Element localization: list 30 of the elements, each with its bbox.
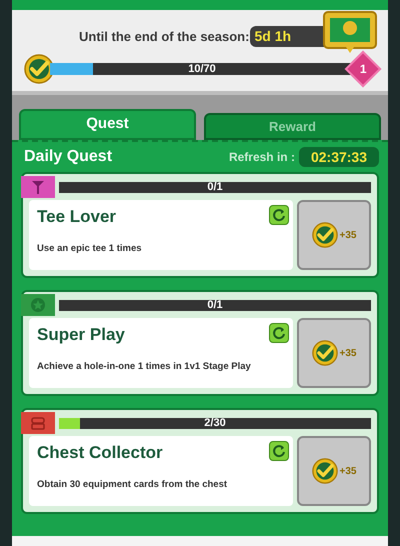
quest-description: Use an epic tee 1 times — [37, 242, 143, 256]
claim-button[interactable]: +35 — [297, 436, 371, 506]
claim-button[interactable]: +35 — [297, 318, 371, 388]
quest-progress-text: 2/30 — [203, 418, 227, 428]
quest-title: Tee Lover — [37, 206, 116, 228]
claim-button[interactable]: +35 — [297, 200, 371, 270]
quest-title: Super Play — [37, 324, 125, 346]
quest-progress-text: 0/1 — [206, 300, 224, 310]
refresh-button[interactable] — [269, 441, 289, 461]
refresh-button[interactable] — [269, 323, 289, 343]
refresh-label: Refresh in : — [228, 149, 295, 166]
check-coin-icon — [312, 458, 338, 484]
refresh-icon — [272, 208, 286, 222]
tab[interactable]: Quest — [19, 109, 196, 140]
check-coin-icon — [312, 222, 338, 248]
refresh-timer: 02:37:33 — [298, 147, 379, 167]
season-progress-text: 10/70 — [187, 63, 217, 75]
quest-progress-text: 0/1 — [206, 182, 224, 192]
quest-description: Achieve a hole-in-one 1 times in 1v1 Stage Play — [37, 360, 252, 374]
refresh-icon — [272, 444, 286, 458]
quest-title: Chest Collector — [37, 442, 163, 464]
section-title: Daily Quest — [24, 147, 112, 167]
refresh-icon — [272, 326, 286, 340]
check-coin-icon — [312, 340, 338, 366]
tier-badge: 1 — [344, 50, 382, 88]
quest-description: Obtain 30 equipment cards from the chest — [37, 478, 228, 492]
refresh-button[interactable] — [269, 205, 289, 225]
season-label: Until the end of the season: — [79, 28, 250, 46]
check-coin-icon — [24, 54, 54, 84]
tab[interactable]: Reward — [204, 113, 381, 140]
